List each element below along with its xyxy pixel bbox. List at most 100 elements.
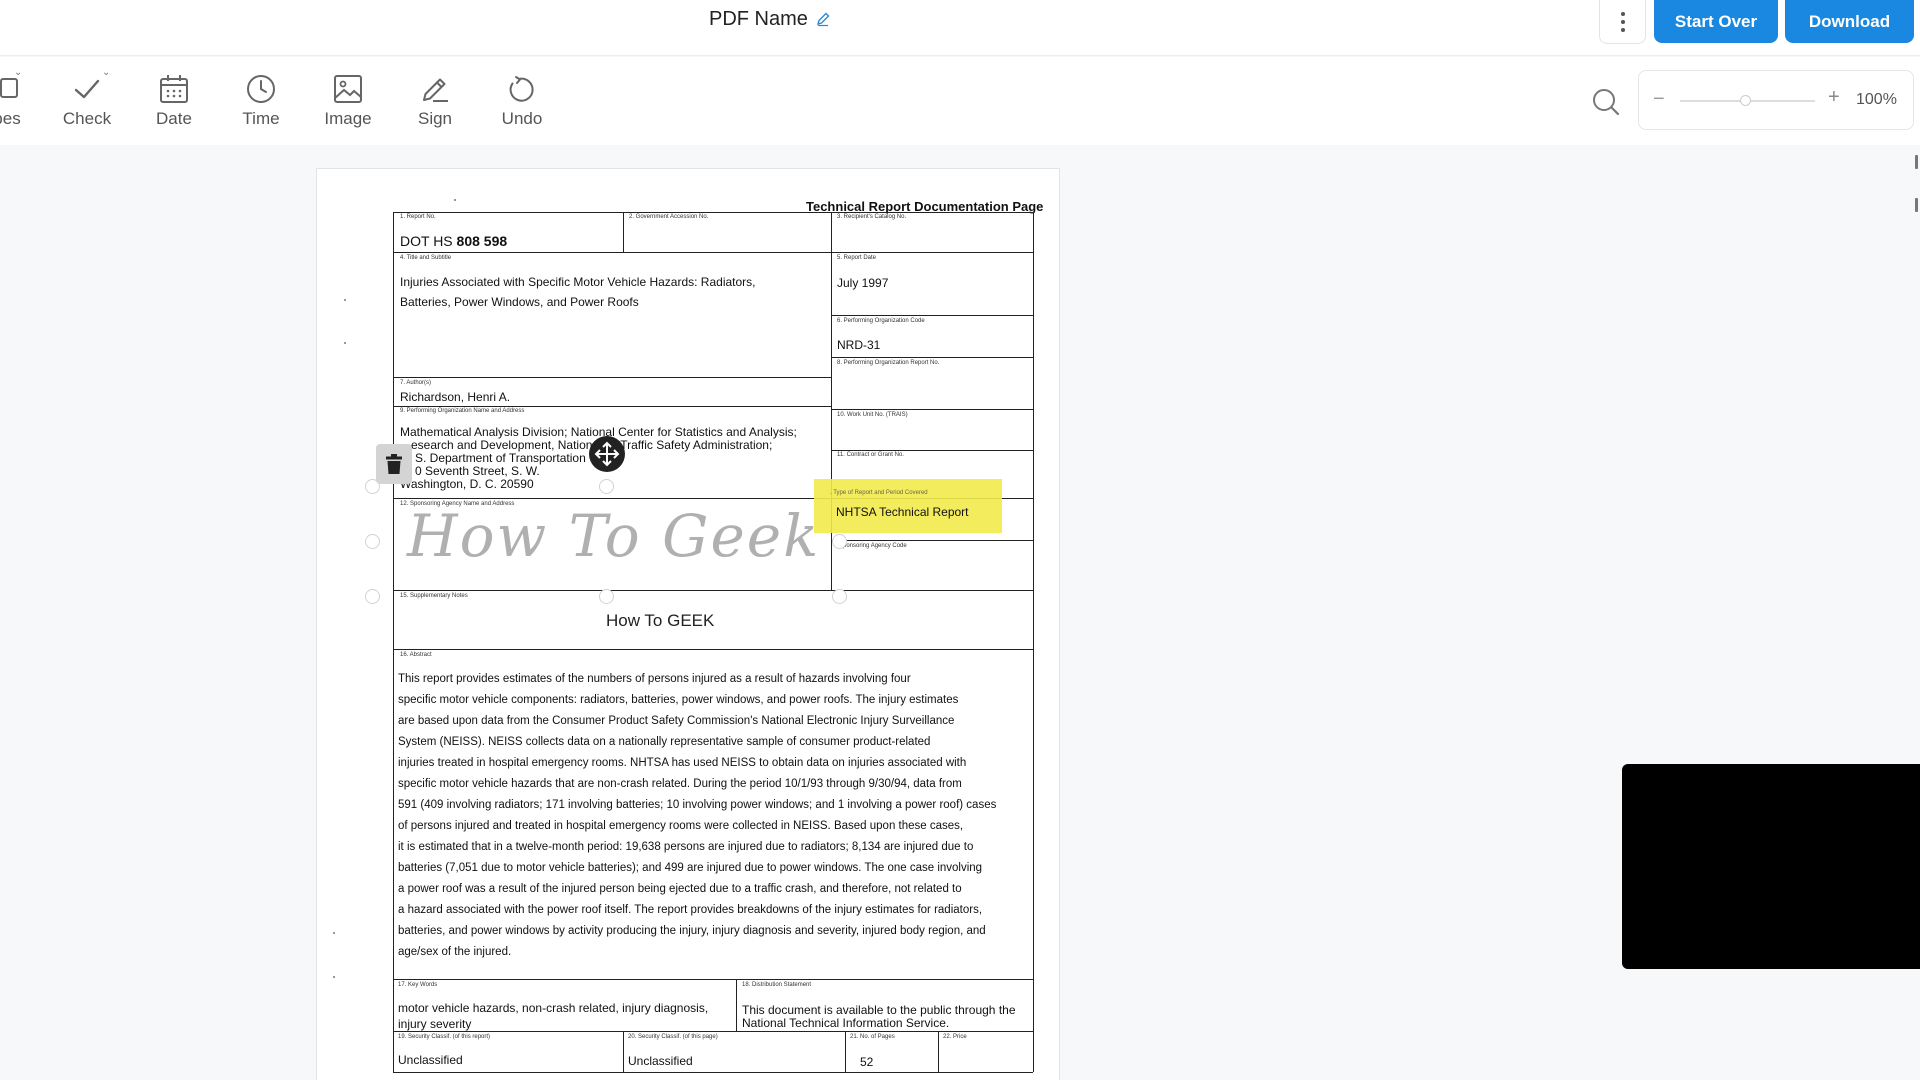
trash-icon (386, 454, 402, 474)
tool-check[interactable]: Check (48, 73, 126, 129)
pen-icon (423, 78, 448, 102)
tool-image[interactable]: Image (309, 73, 387, 129)
field-label: 8. Performing Organization Report No. (837, 360, 940, 366)
abstract-line: This report provides estimates of the nu… (398, 673, 911, 685)
page-count: 52 (860, 1055, 874, 1069)
author: Richardson, Henri A. (400, 390, 511, 404)
field-label: 21. No. of Pages (850, 1034, 895, 1040)
field-label: 11. Contract or Grant No. (837, 452, 904, 458)
abstract-line: a hazard associated with the power roof … (398, 904, 983, 916)
search-icon[interactable] (1590, 86, 1622, 118)
field-label: 16. Abstract (400, 652, 432, 658)
top-bar: PDF Name Start Over Download (0, 0, 1920, 56)
field-label: 19. Security Classif. (of this report) (398, 1034, 491, 1040)
zoom-control: − + 100% (1638, 70, 1914, 130)
edit-pencil-icon[interactable] (815, 11, 831, 27)
report-form: 1. Report No. DOT HS 808 598 2. Governme… (393, 212, 1034, 1073)
check-icon (74, 79, 100, 99)
tool-date[interactable]: Date (135, 73, 213, 129)
abstract-line: of persons injured and treated in hospit… (398, 820, 964, 832)
field-label: 5. Report Date (837, 255, 877, 261)
zoom-in-button[interactable]: + (1828, 87, 1840, 107)
security-class-page: Unclassified (628, 1054, 693, 1068)
resize-handle[interactable] (365, 534, 380, 549)
start-over-button[interactable]: Start Over (1654, 0, 1778, 43)
video-overlay[interactable] (1622, 764, 1920, 969)
move-arrows-icon (594, 441, 620, 467)
more-options-button[interactable] (1599, 0, 1646, 44)
abstract-line: batteries, and power windows by activity… (398, 925, 986, 937)
org-address-line: Washington, D. C. 20590 (400, 477, 534, 491)
field-label: 10. Work Unit No. (TRAIS) (837, 412, 908, 418)
field-label: 6. Performing Organization Code (837, 318, 925, 324)
document-title[interactable]: PDF Name (709, 6, 831, 32)
field-label: 17. Key Words (398, 982, 438, 988)
tool-time-label: Time (242, 109, 280, 128)
field-label: 1. Report No. (400, 214, 436, 220)
field-label: 7. Author(s) (400, 380, 432, 386)
chevron-down-icon[interactable]: ⌄ (102, 67, 110, 78)
abstract-line: System (NEISS). NEISS collects data on a… (398, 736, 931, 748)
tool-date-label: Date (156, 109, 192, 128)
security-class-report: Unclassified (398, 1053, 463, 1067)
scroll-marker (1915, 155, 1918, 169)
tool-sign[interactable]: Sign (396, 73, 474, 129)
signature-annotation[interactable]: How To Geek (407, 502, 820, 570)
tool-image-label: Image (324, 109, 372, 128)
field-label: 18. Distribution Statement (742, 982, 812, 988)
field-label: Sponsoring Agency Code (839, 543, 907, 549)
text-annotation[interactable]: How To GEEK (606, 611, 714, 631)
distribution-statement: National Technical Information Service. (742, 1016, 950, 1030)
key-words: injury severity (398, 1017, 472, 1031)
tool-time[interactable]: Time (222, 73, 300, 129)
title-value: Batteries, Power Windows, and Power Roof… (400, 295, 639, 309)
move-handle[interactable] (589, 436, 625, 472)
chevron-down-icon[interactable]: ⌄ (14, 67, 22, 78)
field-label: 22. Price (943, 1034, 967, 1040)
pdf-page[interactable]: Technical Report Documentation Page 1. R… (316, 168, 1060, 1080)
more-vertical-icon (1620, 11, 1625, 32)
zoom-slider-handle[interactable] (1740, 95, 1751, 106)
tool-shapes-label: pes (0, 109, 21, 128)
field-label: 9. Performing Organization Name and Addr… (400, 408, 525, 414)
zoom-out-button[interactable]: − (1653, 89, 1665, 109)
field-label: 3. Recipient's Catalog No. (837, 214, 907, 220)
delete-annotation-button[interactable] (376, 444, 412, 484)
resize-handle[interactable] (832, 589, 847, 604)
zoom-level: 100% (1856, 91, 1897, 108)
org-code: NRD-31 (837, 338, 881, 352)
undo-icon (509, 76, 534, 102)
zoom-slider[interactable] (1680, 95, 1815, 106)
abstract-line: are based upon data from the Consumer Pr… (398, 715, 955, 727)
field-label: 2. Government Accession No. (629, 214, 709, 220)
clock-icon (247, 75, 275, 103)
field-label: 15. Supplementary Notes (400, 593, 468, 599)
scroll-marker (1915, 198, 1918, 212)
abstract-line: injuries treated in hospital emergency r… (398, 757, 967, 769)
download-button[interactable]: Download (1785, 0, 1914, 43)
title-value: Injuries Associated with Specific Motor … (400, 275, 756, 289)
report-number: DOT HS 808 598 (400, 233, 508, 249)
resize-handle[interactable] (599, 589, 614, 604)
tool-check-label: Check (62, 109, 112, 128)
document-title-text[interactable]: PDF Name (709, 8, 808, 31)
tool-bar: pes ⌄ Check ⌄ Date Time Image (0, 57, 1920, 145)
key-words: motor vehicle hazards, non-crash related… (398, 1001, 709, 1015)
tool-shapes[interactable]: pes (0, 73, 46, 129)
resize-handle[interactable] (832, 534, 847, 549)
abstract-line: specific motor vehicle components: radia… (398, 694, 959, 706)
tool-undo-label: Undo (501, 109, 543, 128)
tool-sign-label: Sign (417, 109, 453, 128)
resize-handle[interactable] (599, 479, 614, 494)
abstract-line: age/sex of the injured. (398, 946, 512, 958)
abstract-line: a power roof was a result of the injured… (398, 883, 962, 895)
report-type: NHTSA Technical Report (836, 505, 969, 519)
tool-undo[interactable]: Undo (483, 73, 561, 129)
image-icon (334, 75, 362, 103)
abstract-line: specific motor vehicle hazards that are … (398, 778, 962, 790)
calendar-icon (160, 75, 188, 103)
resize-handle[interactable] (365, 589, 380, 604)
field-label: 20. Security Classif. (of this page) (628, 1034, 718, 1040)
abstract-text: This report provides estimates of the nu… (398, 669, 1028, 963)
field-label: . Type of Report and Period Covered (830, 490, 928, 496)
